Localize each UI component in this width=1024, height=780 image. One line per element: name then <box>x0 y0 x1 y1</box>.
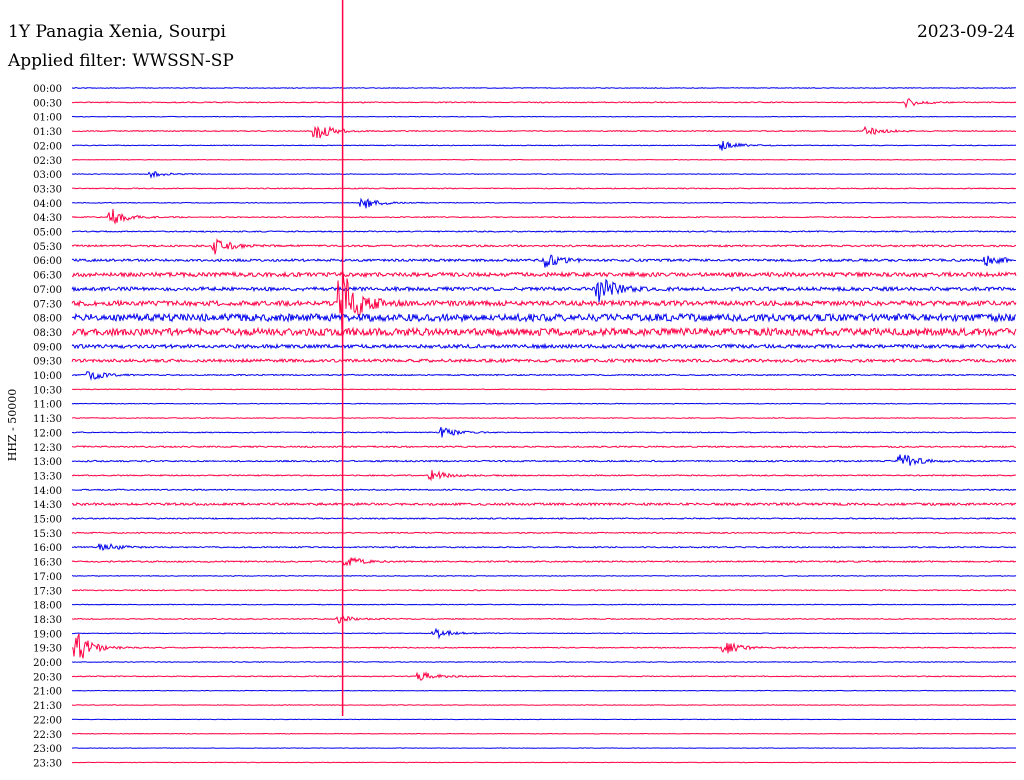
row-time-label: 08:00 <box>33 314 62 325</box>
row-time-label: 01:00 <box>33 113 62 124</box>
filter-label: Applied filter: WWSSN-SP <box>7 51 234 71</box>
row-time-label: 06:30 <box>33 271 62 282</box>
channel-axis-label: HHZ - 50000 <box>6 389 19 462</box>
row-time-label: 07:30 <box>33 299 62 310</box>
row-time-label: 23:30 <box>33 758 62 769</box>
row-time-label: 14:00 <box>33 486 62 497</box>
row-time-label: 19:30 <box>33 644 62 655</box>
trace-row <box>71 574 1017 577</box>
row-time-label: 13:00 <box>33 457 62 468</box>
row-time-label: 13:30 <box>33 471 62 482</box>
row-time-label: 16:00 <box>33 543 62 554</box>
row-time-label: 01:30 <box>33 127 62 138</box>
row-time-label: 09:30 <box>33 357 62 368</box>
row-time-label: 12:30 <box>33 443 62 454</box>
date-label: 2023-09-24 <box>917 22 1015 42</box>
row-time-label: 11:00 <box>33 400 62 411</box>
trace-row <box>71 115 1017 118</box>
trace-row <box>71 732 1017 735</box>
row-time-label: 05:00 <box>33 228 62 239</box>
trace-row <box>71 589 1017 592</box>
trace-row <box>71 761 1016 764</box>
station-title: 1Y Panagia Xenia, Sourpi <box>8 22 227 42</box>
row-time-label: 08:30 <box>33 328 62 339</box>
row-time-label: 04:00 <box>33 199 62 210</box>
trace-row <box>71 689 1016 692</box>
row-time-label: 00:30 <box>33 98 62 109</box>
trace-row <box>71 603 1017 606</box>
row-time-label: 21:00 <box>33 687 62 698</box>
row-time-label: 23:00 <box>33 744 62 755</box>
row-time-label: 02:00 <box>33 141 62 152</box>
row-time-label: 17:00 <box>33 572 62 583</box>
row-time-label: 07:00 <box>33 285 62 296</box>
row-time-label: 06:00 <box>33 256 62 267</box>
row-time-label: 16:30 <box>33 558 62 569</box>
row-time-label: 22:00 <box>33 715 62 726</box>
row-time-label: 11:30 <box>33 414 62 425</box>
trace-row <box>71 704 1017 706</box>
row-time-label: 19:00 <box>33 629 62 640</box>
row-time-label: 21:30 <box>33 701 62 712</box>
row-time-label: 22:30 <box>33 730 62 741</box>
row-time-label: 00:00 <box>33 84 62 95</box>
row-time-label: 02:30 <box>33 156 62 167</box>
helicorder-chart: 1Y Panagia Xenia, Sourpi 2023-09-24 Appl… <box>0 0 1024 780</box>
trace-row <box>71 417 1017 419</box>
row-time-label: 05:30 <box>33 242 62 253</box>
row-time-label: 03:00 <box>33 170 62 181</box>
row-time-label: 09:00 <box>33 342 62 353</box>
row-time-label: 10:30 <box>33 385 62 396</box>
row-time-label: 14:30 <box>33 500 62 511</box>
row-time-label: 18:30 <box>33 615 62 626</box>
row-time-label: 17:30 <box>33 586 62 597</box>
trace-row <box>72 158 1017 161</box>
row-time-label: 15:30 <box>33 529 62 540</box>
row-time-label: 04:30 <box>33 213 62 224</box>
row-time-label: 15:00 <box>33 515 62 526</box>
row-time-label: 12:00 <box>33 428 62 439</box>
row-time-label: 20:30 <box>33 672 62 683</box>
row-time-label: 10:00 <box>33 371 62 382</box>
row-time-label: 03:30 <box>33 184 62 195</box>
row-time-label: 18:00 <box>33 601 62 612</box>
row-time-label: 20:00 <box>33 658 62 669</box>
trace-row <box>71 661 1017 663</box>
